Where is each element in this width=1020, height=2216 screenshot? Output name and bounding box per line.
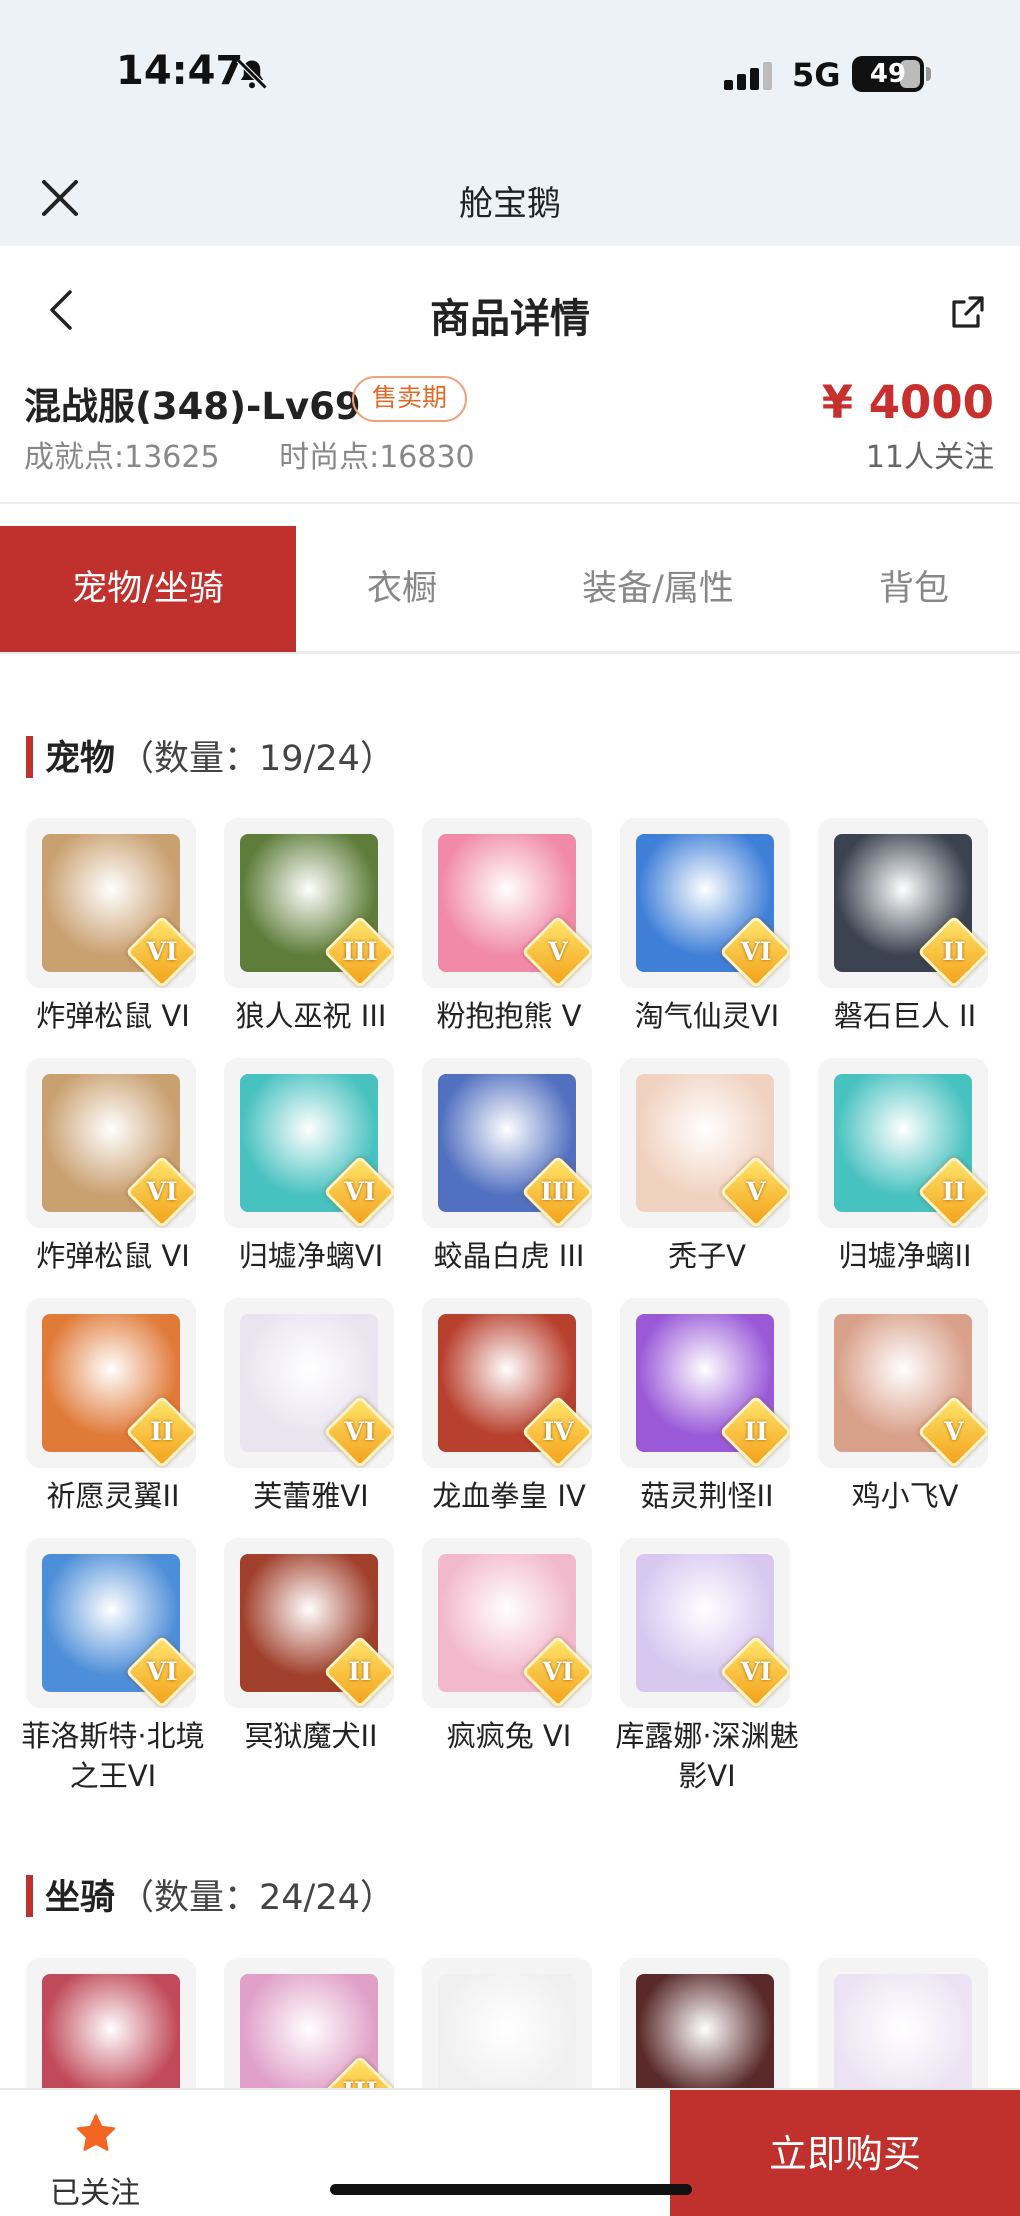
- page-title: 商品详情: [430, 296, 590, 342]
- pet-name: 蛟晶白虎 III: [433, 1239, 585, 1273]
- pet-thumbnail: VI: [224, 1298, 394, 1468]
- pet-name: 疯疯兔 VI: [446, 1719, 572, 1753]
- rank-label: IV: [542, 1417, 574, 1446]
- network-type: 5G: [792, 56, 841, 94]
- status-time: 14:47: [116, 48, 244, 94]
- pet-thumbnail: VI: [26, 818, 196, 988]
- rank-label: VI: [542, 1657, 574, 1686]
- battery-level: 49: [869, 59, 907, 89]
- pet-name: 库露娜·深渊魅影VI: [615, 1719, 799, 1793]
- pet-name: 归墟净螭VI: [238, 1239, 384, 1273]
- rank-label: II: [942, 1177, 966, 1206]
- mounts-section-header: 坐骑 （数量：24/24）: [26, 1869, 395, 1918]
- pet-thumbnail: II: [620, 1298, 790, 1468]
- nav-bar: 商品详情: [0, 246, 1020, 374]
- rank-label: II: [744, 1417, 768, 1446]
- tab-bar: 宠物/坐骑 衣橱 装备/属性 背包: [0, 526, 1020, 654]
- pet-name: 炸弹松鼠 VI: [36, 999, 190, 1033]
- pet-name: 菇灵荆怪II: [640, 1479, 774, 1513]
- rank-label: V: [548, 937, 568, 966]
- rank-label: VI: [146, 1177, 178, 1206]
- pet-thumbnail: V: [620, 1058, 790, 1228]
- pet-name: 冥狱魔犬II: [244, 1719, 378, 1753]
- pet-thumbnail: VI: [620, 1538, 790, 1708]
- mounts-count: （数量：24/24）: [119, 1878, 395, 1918]
- miniapp-header: 舱宝鹅: [0, 150, 1020, 246]
- price: ¥ 4000: [821, 376, 994, 429]
- tab-equipment[interactable]: 装备/属性: [508, 526, 808, 652]
- rank-label: VI: [344, 1417, 376, 1446]
- pet-thumbnail: V: [422, 818, 592, 988]
- home-indicator: [330, 2184, 692, 2195]
- share-icon[interactable]: [948, 292, 988, 332]
- rank-label: VI: [146, 1657, 178, 1686]
- rank-label: II: [150, 1417, 174, 1446]
- pet-thumbnail: VI: [26, 1058, 196, 1228]
- server-level: 混战服(348)-Lv69: [24, 385, 361, 428]
- pet-thumbnail: VI: [620, 818, 790, 988]
- pet-name: 狼人巫祝 III: [235, 999, 387, 1033]
- pet-name: 菲洛斯特·北境之王VI: [21, 1719, 205, 1793]
- status-bar: 14:47 5G 49: [0, 0, 1020, 150]
- status-badge: 售卖期: [352, 376, 468, 422]
- rank-label: V: [746, 1177, 766, 1206]
- pet-thumbnail: III: [224, 818, 394, 988]
- product-info: 混战服(348)-Lv69 售卖期 ¥ 4000 成就点:13625 时尚点:1…: [0, 374, 1020, 504]
- pet-thumbnail: II: [26, 1298, 196, 1468]
- rank-label: II: [942, 937, 966, 966]
- tab-backpack[interactable]: 背包: [808, 526, 1020, 652]
- rank-label: II: [348, 1657, 372, 1686]
- rank-label: III: [342, 937, 378, 966]
- pet-name: 归墟净螭II: [838, 1239, 972, 1273]
- follow-label: 已关注: [50, 2176, 140, 2211]
- follower-count: 11人关注: [865, 440, 994, 475]
- pet-name: 淘气仙灵VI: [634, 999, 780, 1033]
- rank-label: V: [944, 1417, 964, 1446]
- pet-name: 鸡小飞V: [851, 1479, 959, 1513]
- pets-count: （数量：19/24）: [119, 739, 395, 779]
- pet-thumbnail: VI: [422, 1538, 592, 1708]
- achievement-points: 成就点:13625: [24, 440, 220, 475]
- product-detail-page: { "status": {"time": "14:47", "network":…: [0, 0, 1020, 2216]
- pet-name: 芙蕾雅VI: [253, 1479, 369, 1513]
- buy-now-button[interactable]: 立即购买: [670, 2090, 1020, 2216]
- pet-name: 炸弹松鼠 VI: [36, 1239, 190, 1273]
- pet-thumbnail: III: [422, 1058, 592, 1228]
- rank-label: VI: [740, 1657, 772, 1686]
- rank-label: VI: [146, 937, 178, 966]
- pet-name: 磐石巨人 II: [833, 999, 977, 1033]
- rank-label: VI: [740, 937, 772, 966]
- tab-pets-mounts[interactable]: 宠物/坐骑: [0, 526, 296, 652]
- miniapp-title: 舱宝鹅: [459, 184, 561, 224]
- fashion-points: 时尚点:16830: [279, 440, 475, 475]
- star-icon: [76, 2114, 116, 2151]
- pet-name: 祈愿灵翼II: [46, 1479, 180, 1513]
- pet-thumbnail: VI: [26, 1538, 196, 1708]
- points-row: 成就点:13625 时尚点:16830: [24, 432, 525, 476]
- pet-thumbnail: II: [818, 818, 988, 988]
- bell-muted-icon: [236, 58, 268, 90]
- pet-thumbnail: VI: [224, 1058, 394, 1228]
- rank-label: III: [540, 1177, 576, 1206]
- signal-icon: [724, 62, 772, 90]
- rank-label: VI: [344, 1177, 376, 1206]
- pet-thumbnail: II: [818, 1058, 988, 1228]
- pet-thumbnail: IV: [422, 1298, 592, 1468]
- pets-title: 宠物: [45, 739, 116, 779]
- bottom-action-bar: 已关注 立即购买: [0, 2088, 1020, 2216]
- pet-name: 龙血拳皇 IV: [432, 1479, 586, 1513]
- follow-button[interactable]: 已关注: [0, 2090, 190, 2216]
- mounts-title: 坐骑: [45, 1878, 116, 1918]
- battery-icon: 49: [852, 56, 931, 92]
- pet-name: 秃子V: [668, 1239, 746, 1273]
- tab-wardrobe[interactable]: 衣橱: [296, 526, 508, 652]
- pets-section-header: 宠物 （数量：19/24）: [26, 730, 395, 779]
- pet-thumbnail: II: [224, 1538, 394, 1708]
- pet-name: 粉抱抱熊 V: [436, 999, 582, 1033]
- pet-thumbnail: V: [818, 1298, 988, 1468]
